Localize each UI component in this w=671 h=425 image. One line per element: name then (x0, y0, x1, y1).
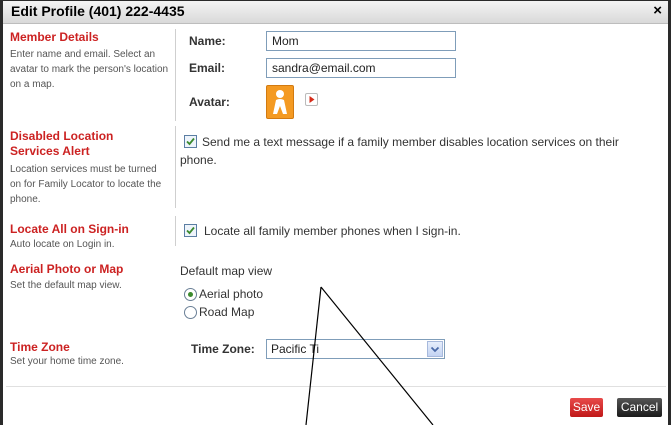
annotation-line-left (305, 286, 322, 425)
annotation-line-right (320, 286, 434, 425)
annotation-lines (305, 286, 434, 425)
